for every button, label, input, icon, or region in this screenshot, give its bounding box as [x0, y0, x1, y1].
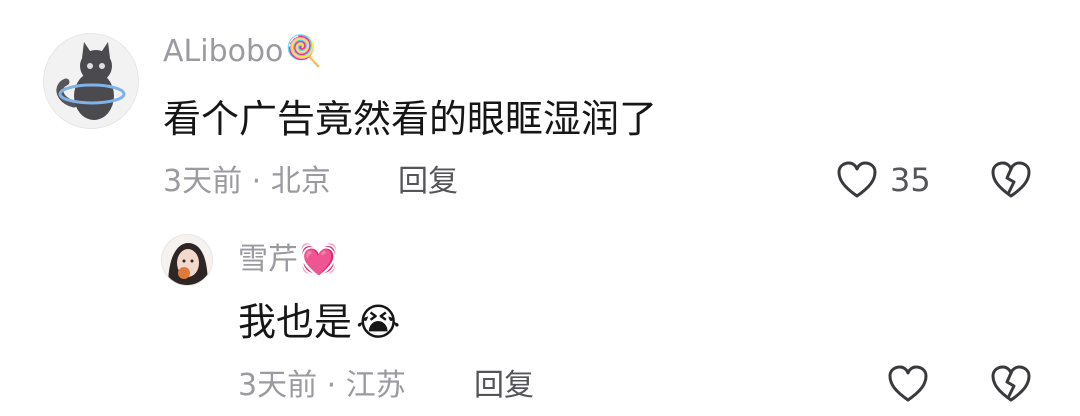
- comment-reply-button[interactable]: 回复: [398, 162, 458, 202]
- comment-username-text: ALibobo: [163, 34, 284, 69]
- heart-outline-icon: [888, 365, 928, 402]
- reply-reply-button[interactable]: 回复: [474, 366, 534, 406]
- heart-outline-icon: [837, 161, 877, 198]
- comment-username[interactable]: ALibobo🍭: [163, 32, 323, 72]
- reply-username[interactable]: 雪芹💓: [238, 240, 337, 280]
- reply-like-button[interactable]: [887, 364, 929, 404]
- avatar[interactable]: [161, 234, 213, 286]
- reply-dislike-button[interactable]: [990, 364, 1032, 408]
- comment-dislike-button[interactable]: [990, 160, 1032, 204]
- broken-heart-icon: [991, 161, 1031, 198]
- comment-text: 看个广告竟然看的眼眶湿润了: [163, 97, 658, 141]
- heart-emoji-icon: 💓: [300, 242, 338, 277]
- girl-avatar-icon: [162, 235, 212, 285]
- comment-like-button[interactable]: 35: [836, 160, 931, 200]
- crying-face-icon: 😭: [356, 300, 401, 344]
- comment-like-count: 35: [890, 161, 931, 199]
- cat-avatar-icon: [44, 34, 138, 128]
- avatar[interactable]: [43, 33, 139, 129]
- lollipop-icon: 🍭: [285, 34, 323, 69]
- reply-text: 我也是 😭: [238, 297, 400, 347]
- reply-text-content: 我也是: [238, 300, 353, 344]
- comment-meta: 3天前 · 北京: [163, 164, 331, 199]
- broken-heart-icon: [991, 365, 1031, 402]
- reply-meta: 3天前 · 江苏: [238, 368, 406, 403]
- reply-username-text: 雪芹: [238, 242, 298, 277]
